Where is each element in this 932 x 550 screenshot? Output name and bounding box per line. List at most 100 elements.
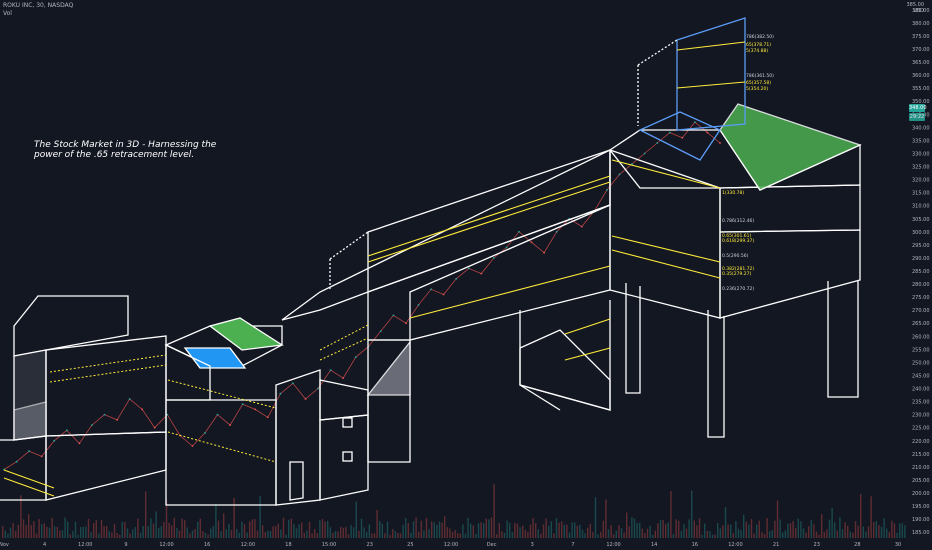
volume-bar [459, 533, 461, 538]
volume-bar [823, 532, 825, 538]
price-tick-label: 285.00 [912, 269, 930, 275]
volume-bar [501, 531, 503, 538]
volume-bar [272, 526, 274, 538]
volume-bar [828, 519, 831, 538]
volume-bar [189, 533, 191, 538]
volume-bar [862, 526, 864, 538]
price-point [141, 408, 144, 411]
volume-bar [238, 532, 240, 538]
volume-bar [464, 533, 467, 538]
volume-bar [475, 533, 477, 538]
time-tick-label: 12:00 [78, 542, 92, 548]
volume-bar [867, 526, 870, 538]
chart-canvas[interactable]: 385.00380.00375.00370.00365.00360.00355.… [0, 0, 932, 550]
price-point [304, 398, 307, 400]
volume-bar [171, 525, 173, 538]
volume-bar [896, 532, 898, 538]
volume-bar [615, 530, 617, 538]
volume-bar [431, 521, 433, 538]
price-point [241, 403, 244, 406]
volume-bar [2, 526, 4, 538]
volume-bar [776, 500, 779, 538]
volume-bar [800, 521, 802, 538]
volume-bar [620, 528, 623, 538]
price-point [706, 131, 709, 134]
volume-bar [340, 526, 342, 538]
volume-bar [795, 528, 797, 538]
volume-bar [407, 523, 409, 538]
volume-bar [259, 496, 261, 538]
volume-bar [35, 533, 38, 538]
volume-bar [722, 525, 724, 538]
price-point [15, 460, 18, 463]
volume-bar [178, 530, 181, 538]
price-point [405, 322, 407, 325]
volume-bar [724, 507, 727, 538]
fib-label-right: 0.5(290.56) [722, 253, 749, 259]
volume-bar [129, 533, 131, 538]
price-tick-label: 240.00 [912, 387, 930, 393]
volume-bar [93, 523, 95, 538]
volume-bar [225, 529, 227, 538]
time-tick-label: 3 [531, 542, 534, 548]
volume-bar [230, 530, 233, 538]
volume-bar [841, 529, 844, 538]
volume-bar [106, 526, 108, 538]
wireframe-drawing [0, 17, 862, 506]
fib-label-right: 0.618(299.37) [722, 238, 754, 244]
volume-bar [345, 526, 347, 538]
green-roof [208, 317, 284, 351]
volume-bar [90, 532, 92, 538]
green-plane [719, 103, 862, 191]
price-tick-label: 365.00 [912, 60, 930, 66]
volume-bar [904, 525, 906, 538]
volume-indicator-label[interactable]: Vol [3, 10, 12, 17]
price-tick-label: 185.00 [912, 530, 930, 536]
volume-bar [80, 527, 82, 538]
time-tick-label: 28 [854, 542, 860, 548]
volume-bar [527, 531, 529, 538]
price-tick-label: 250.00 [912, 360, 930, 366]
volume-bar [4, 530, 6, 538]
volume-bar [30, 525, 32, 538]
retracement-lines [3, 41, 746, 497]
volume-bar [880, 526, 883, 538]
volume-bar [693, 520, 695, 538]
volume-bar [181, 518, 183, 538]
volume-bar [696, 525, 698, 538]
volume-bar [332, 533, 334, 538]
volume-bar [485, 518, 487, 538]
time-tick-label: 4 [43, 542, 46, 548]
price-point [28, 450, 30, 453]
price-point [266, 416, 269, 419]
volume-bar [165, 500, 168, 538]
house-front [319, 414, 369, 501]
volume-bar [792, 521, 794, 538]
annotation-text: The Stock Market in 3D - Harnessing the … [34, 140, 217, 160]
price-tick-label: 355.00 [912, 86, 930, 92]
price-point [329, 369, 332, 372]
volume-bar [516, 523, 519, 538]
volume-bar [782, 532, 784, 538]
volume-bar [56, 526, 58, 538]
last-price-badge: 348.00 [909, 104, 927, 112]
volume-bars [2, 484, 906, 538]
volume-bar [462, 524, 464, 538]
volume-bar [9, 527, 12, 538]
price-tick-label: 340.00 [912, 125, 930, 131]
time-tick-label: Nov [0, 542, 9, 548]
volume-bar [633, 518, 636, 538]
volume-bar [436, 524, 438, 538]
price-tick-label: 300.00 [912, 230, 930, 236]
symbol-title: ROKU INC, 30, NASDAQ [3, 2, 74, 9]
currency-label: 385.00 USD [907, 2, 925, 14]
price-point [656, 142, 659, 144]
volume-bar [568, 532, 571, 538]
volume-bar [771, 530, 773, 538]
price-point [166, 413, 169, 416]
price-point [216, 413, 219, 416]
volume-bar [891, 520, 893, 538]
volume-bar [498, 523, 500, 538]
volume-bar [33, 521, 35, 538]
volume-bar [280, 529, 282, 538]
